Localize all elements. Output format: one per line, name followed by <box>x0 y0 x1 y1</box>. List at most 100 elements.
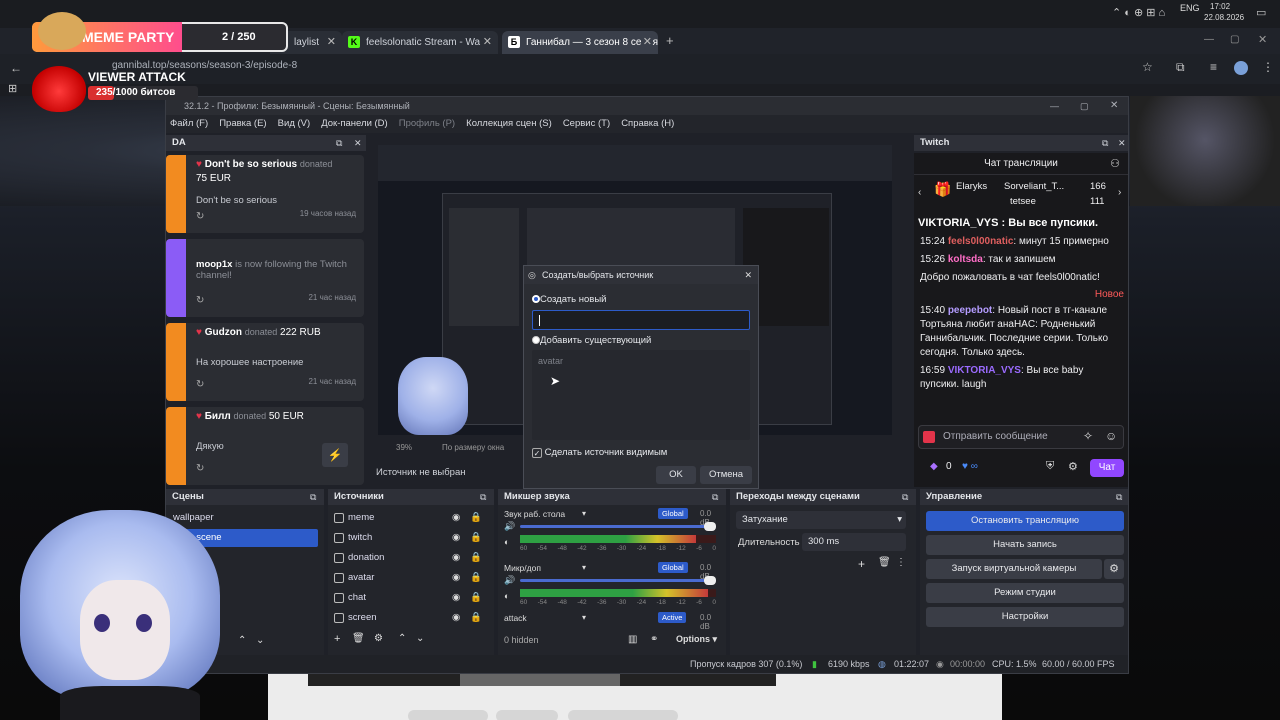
gear-icon[interactable]: ⚙ <box>1104 559 1124 579</box>
eye-icon[interactable]: ◉ <box>452 509 460 527</box>
tab-close-icon[interactable]: ✕ <box>640 31 652 54</box>
options-button[interactable]: Options ▾ <box>676 634 717 645</box>
move-down-icon[interactable]: ⌄ <box>416 633 424 644</box>
stop-stream-button[interactable]: Остановить трансляцию <box>926 511 1124 531</box>
existing-source-item[interactable]: avatar <box>538 356 563 366</box>
menu-lines-icon[interactable]: ≡ <box>1210 60 1217 74</box>
chat-send-button[interactable]: Чат <box>1090 459 1124 477</box>
more-menu-icon[interactable]: ⋮ <box>1262 60 1274 74</box>
link-icon[interactable]: ⚭ <box>650 634 658 645</box>
source-item[interactable]: meme ◉ 🔒 <box>332 509 490 527</box>
menu-view[interactable]: Вид (V) <box>278 115 311 133</box>
settings-button[interactable]: Настройки <box>926 607 1124 627</box>
eye-icon[interactable]: ◉ <box>452 569 460 587</box>
ok-button[interactable]: OK <box>656 466 696 484</box>
undock-icon[interactable]: ⧉ <box>902 489 908 505</box>
back-arrow-icon[interactable]: ← <box>10 61 22 75</box>
lightning-icon[interactable]: ⚡ <box>322 443 348 467</box>
menu-profile[interactable]: Профиль (P) <box>399 115 455 133</box>
eye-icon[interactable]: ◉ <box>452 549 460 567</box>
undock-icon[interactable]: ⧉ <box>480 489 486 505</box>
undock-icon[interactable]: ⧉ <box>336 135 342 151</box>
menu-edit[interactable]: Правка (E) <box>219 115 266 133</box>
close-icon[interactable]: ✕ <box>354 135 362 151</box>
undock-icon[interactable]: ⧉ <box>310 489 316 505</box>
add-plus-icon[interactable]: + <box>334 633 340 645</box>
bookmark-star-icon[interactable]: ☆ <box>1142 60 1153 74</box>
apps-grid-icon[interactable]: ⊞ <box>8 82 17 95</box>
menu-tools[interactable]: Сервис (T) <box>563 115 610 133</box>
move-down-icon[interactable]: ⌄ <box>256 635 264 646</box>
virtual-camera-button[interactable]: Запуск виртуальной камеры <box>926 559 1102 579</box>
trash-icon[interactable]: 🗑 <box>352 633 365 644</box>
maximize-icon[interactable]: ▢ <box>1230 34 1239 45</box>
cancel-button[interactable]: Отмена <box>700 466 752 484</box>
trash-icon[interactable]: 🗑 <box>878 557 891 568</box>
lock-icon[interactable]: 🔒 <box>470 609 482 627</box>
eye-icon[interactable]: ◉ <box>452 529 460 547</box>
source-item[interactable]: twitch ◉ 🔒 <box>332 529 490 547</box>
replay-icon[interactable]: ↻ <box>196 211 204 222</box>
notification-icon[interactable]: ▭ <box>1256 6 1266 19</box>
obs-minimize-icon[interactable]: — <box>1050 97 1059 115</box>
menu-file[interactable]: Файл (F) <box>170 115 208 133</box>
eye-icon[interactable]: ◉ <box>452 609 460 627</box>
tray-icons[interactable]: ⌃ ◐ ⊕ ⊞ ⌂ <box>1112 6 1165 19</box>
menu-help[interactable]: Справка (H) <box>621 115 674 133</box>
tab-gannibal[interactable]: Б Ганнибал — 3 сезон 8 серия ✕ <box>502 31 658 54</box>
preview-zoom[interactable]: 39% <box>396 443 412 452</box>
lock-icon[interactable]: 🔒 <box>470 589 482 607</box>
visible-checkbox[interactable]: ✓ Сделать источник видимым <box>532 447 667 458</box>
close-icon[interactable]: ✕ <box>744 266 752 284</box>
lock-icon[interactable]: 🔒 <box>470 549 482 567</box>
speaker-icon[interactable]: 🔊 <box>504 575 515 586</box>
bits-icon[interactable]: ✧ <box>1083 429 1093 443</box>
source-name-input[interactable] <box>532 310 750 330</box>
lock-icon[interactable]: 🔒 <box>470 529 482 547</box>
more-vertical-icon[interactable]: ⋮ <box>896 557 906 568</box>
replay-icon[interactable]: ↻ <box>196 463 204 474</box>
extensions-icon[interactable]: ⧉ <box>1176 60 1185 75</box>
chat-input[interactable]: Отправить сообщение ✧ ☺ <box>918 425 1124 449</box>
studio-mode-button[interactable]: Режим студии <box>926 583 1124 603</box>
replay-icon[interactable]: ↻ <box>196 295 204 306</box>
transition-select[interactable]: Затухание ▾ <box>736 511 906 529</box>
lock-icon[interactable]: 🔒 <box>470 509 482 527</box>
chevron-down-icon[interactable]: ▾ <box>582 509 586 518</box>
close-icon[interactable]: ✕ <box>1118 135 1126 151</box>
chevron-right-icon[interactable]: › <box>1118 187 1121 198</box>
source-item[interactable]: screen ◉ 🔒 <box>332 609 490 627</box>
gear-icon[interactable]: ⚙ <box>374 633 383 644</box>
menu-scene-collection[interactable]: Коллекция сцен (S) <box>466 115 552 133</box>
volume-slider[interactable] <box>520 576 716 585</box>
add-existing-radio[interactable]: Добавить существующий <box>532 335 651 346</box>
profile-avatar[interactable] <box>1234 61 1248 75</box>
close-icon[interactable]: ✕ <box>1258 33 1267 46</box>
emote-icon[interactable]: ☺ <box>1105 429 1117 443</box>
duration-input[interactable]: 300 ms <box>802 533 906 551</box>
volume-slider[interactable] <box>520 522 716 531</box>
shield-icon[interactable]: ⛨ <box>1046 460 1054 473</box>
chevron-down-icon[interactable]: ▾ <box>582 563 586 572</box>
chevron-left-icon[interactable]: ‹ <box>918 187 921 198</box>
obs-maximize-icon[interactable]: ▢ <box>1080 97 1089 115</box>
columns-icon[interactable]: ▥ <box>628 634 637 645</box>
minimize-icon[interactable]: — <box>1204 34 1214 45</box>
undock-icon[interactable]: ⧉ <box>1102 135 1108 151</box>
points-icon[interactable]: ◆ <box>930 461 938 472</box>
menu-docks[interactable]: Док-панели (D) <box>321 115 387 133</box>
replay-icon[interactable]: ↻ <box>196 379 204 390</box>
source-item[interactable]: donation ◉ 🔒 <box>332 549 490 567</box>
new-tab-plus-icon[interactable]: + <box>666 33 674 48</box>
move-up-icon[interactable]: ⌃ <box>398 633 406 644</box>
gear-icon[interactable]: ⚙ <box>1068 460 1078 473</box>
speaker-icon[interactable]: 🔊 <box>504 521 515 532</box>
chevron-down-icon[interactable]: ▾ <box>582 613 586 622</box>
undock-icon[interactable]: ⧉ <box>1116 489 1122 505</box>
obs-close-icon[interactable]: ✕ <box>1110 97 1118 115</box>
create-new-radio[interactable]: Создать новый <box>532 294 606 305</box>
volume-knob[interactable] <box>704 522 716 531</box>
users-icon[interactable]: ⚇ <box>1110 157 1120 170</box>
eye-icon[interactable]: ◉ <box>452 589 460 607</box>
source-item[interactable]: avatar ◉ 🔒 <box>332 569 490 587</box>
